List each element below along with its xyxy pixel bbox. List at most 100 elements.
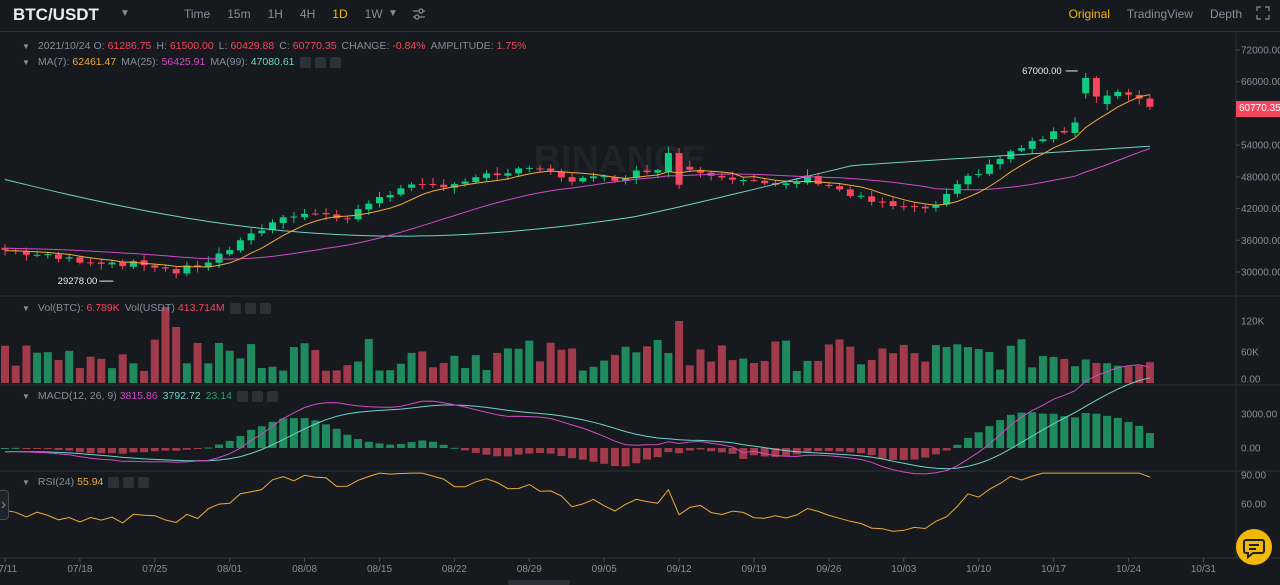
macd-histogram-bar bbox=[343, 434, 352, 448]
last-price-tag: 60770.35 bbox=[1236, 101, 1280, 117]
candle-body bbox=[547, 168, 555, 171]
volume-bar bbox=[568, 348, 577, 383]
close-icon[interactable] bbox=[259, 302, 271, 314]
volume-bar bbox=[1017, 339, 1026, 383]
view-tab-original[interactable]: Original bbox=[1069, 7, 1110, 21]
side-panel-toggle[interactable] bbox=[0, 490, 9, 520]
candle-body bbox=[65, 257, 73, 259]
ohlc-legend: ▼ 2021/10/24 O: 61286.75 H: 61500.00 L: … bbox=[22, 40, 531, 52]
candle-body bbox=[418, 184, 426, 186]
macd-histogram-bar bbox=[985, 426, 994, 448]
volume-bar bbox=[600, 360, 609, 383]
more-intervals-icon[interactable]: ▼ bbox=[388, 8, 398, 19]
visibility-toggle-icon[interactable] bbox=[229, 302, 241, 314]
volume-bar bbox=[782, 340, 791, 383]
indicator-settings-icon[interactable] bbox=[412, 7, 426, 21]
interval-tab-1d[interactable]: 1D bbox=[332, 7, 347, 21]
macd-histogram-bar bbox=[953, 444, 962, 448]
macd-histogram-bar bbox=[461, 448, 470, 451]
candle-body bbox=[739, 180, 747, 182]
volume-bar bbox=[1, 345, 9, 383]
macd-histogram-bar bbox=[621, 448, 630, 467]
macd-histogram-bar bbox=[1135, 425, 1144, 448]
macd-histogram-bar bbox=[97, 448, 106, 454]
volume-group bbox=[1, 307, 1154, 383]
rsi-label: RSI(24) bbox=[37, 476, 75, 488]
candle-body bbox=[429, 183, 437, 185]
volume-bar bbox=[407, 352, 416, 383]
candle-body bbox=[1092, 78, 1100, 97]
macd-histogram-bar bbox=[514, 448, 523, 455]
candle-body bbox=[900, 206, 908, 208]
volume-bar bbox=[1006, 345, 1015, 383]
volume-bar bbox=[471, 355, 480, 383]
close-icon[interactable] bbox=[138, 476, 150, 488]
macd-histogram-bar bbox=[118, 448, 127, 454]
fullscreen-icon[interactable] bbox=[1256, 6, 1270, 20]
macd-histogram-bar bbox=[33, 448, 42, 449]
visibility-toggle-icon[interactable] bbox=[108, 476, 120, 488]
volume-bar bbox=[33, 352, 42, 383]
settings-toggle-icon[interactable] bbox=[244, 302, 256, 314]
macd-histogram-bar bbox=[86, 448, 95, 454]
volume-bar bbox=[450, 355, 459, 383]
macd-dea-value: 3792.72 bbox=[162, 390, 201, 402]
symbol-dropdown-icon[interactable]: ▼ bbox=[120, 8, 130, 19]
macd-histogram-bar bbox=[578, 448, 587, 460]
low-label: L: bbox=[218, 40, 228, 52]
volume-bar bbox=[247, 344, 256, 383]
date-axis-label: 09/19 bbox=[741, 564, 766, 575]
candle-body bbox=[515, 168, 523, 174]
volume-axis-label: 0.00 bbox=[1241, 375, 1261, 386]
volume-bar bbox=[22, 345, 31, 383]
collapse-caret-icon[interactable]: ▼ bbox=[22, 392, 30, 401]
view-tab-tradingview[interactable]: TradingView bbox=[1127, 7, 1193, 21]
collapse-caret-icon[interactable]: ▼ bbox=[22, 304, 30, 313]
settings-toggle-icon[interactable] bbox=[251, 390, 263, 402]
volume-bar bbox=[643, 346, 651, 383]
candle-body bbox=[1146, 98, 1154, 107]
collapse-caret-icon[interactable]: ▼ bbox=[22, 58, 30, 67]
chat-support-button[interactable] bbox=[1236, 529, 1272, 565]
volume-bar bbox=[857, 364, 865, 383]
visibility-toggle-icon[interactable] bbox=[299, 56, 311, 68]
macd-histogram-bar bbox=[22, 448, 31, 449]
interval-tab-time[interactable]: Time bbox=[184, 7, 210, 21]
candle-body bbox=[33, 254, 41, 256]
macd-histogram-bar bbox=[889, 448, 898, 460]
macd-axis-label: 3000.00 bbox=[1241, 410, 1278, 421]
visibility-toggle-icon[interactable] bbox=[236, 390, 248, 402]
macd-histogram-bar bbox=[782, 448, 791, 456]
candle-body bbox=[782, 183, 790, 186]
collapse-caret-icon[interactable]: ▼ bbox=[22, 478, 30, 487]
volume-bar bbox=[889, 353, 898, 383]
close-icon[interactable] bbox=[266, 390, 278, 402]
open-value: 61286.75 bbox=[107, 40, 152, 52]
volume-bar bbox=[685, 365, 694, 383]
settings-toggle-icon[interactable] bbox=[314, 56, 326, 68]
volume-bar bbox=[953, 344, 962, 383]
interval-tab-4h[interactable]: 4H bbox=[300, 7, 315, 21]
rsi-value: 55.94 bbox=[77, 476, 104, 488]
macd-histogram-bar bbox=[942, 448, 951, 451]
interval-tab-15m[interactable]: 15m bbox=[227, 7, 250, 21]
collapse-caret-icon[interactable]: ▼ bbox=[22, 42, 30, 51]
symbol-title[interactable]: BTC/USDT bbox=[13, 5, 99, 25]
volume-bar bbox=[204, 363, 213, 383]
volume-bar bbox=[503, 348, 512, 383]
volume-bar bbox=[493, 352, 502, 383]
candle-body bbox=[44, 254, 52, 256]
interval-tab-1h[interactable]: 1H bbox=[268, 7, 283, 21]
close-icon[interactable] bbox=[329, 56, 341, 68]
view-tab-depth[interactable]: Depth bbox=[1210, 7, 1242, 21]
volume-bar bbox=[621, 346, 630, 383]
settings-toggle-icon[interactable] bbox=[123, 476, 135, 488]
high-label: H: bbox=[156, 40, 167, 52]
candle-body bbox=[322, 213, 330, 215]
volume-bar bbox=[11, 365, 20, 383]
macd-histogram-bar bbox=[279, 418, 288, 448]
macd-histogram-bar bbox=[1006, 414, 1015, 448]
interval-tab-1w[interactable]: 1W bbox=[365, 7, 383, 21]
candle-body bbox=[729, 177, 737, 180]
macd-histogram-bar bbox=[225, 440, 234, 448]
